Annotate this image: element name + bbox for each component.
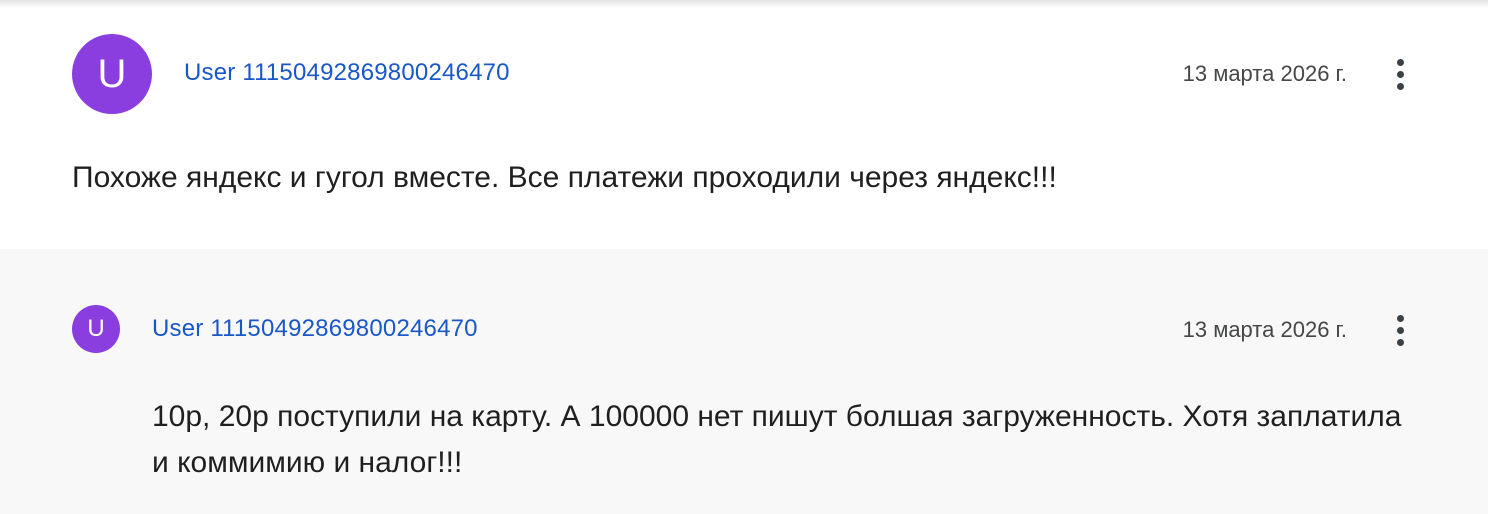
more-options-button[interactable] [1380, 54, 1420, 94]
review-text: Похоже яндекс и гугол вместе. Все платеж… [72, 161, 1057, 194]
author-name-link[interactable]: User 11150492869800246470 [184, 59, 510, 87]
more-options-button[interactable] [1380, 310, 1420, 350]
avatar[interactable]: U [72, 34, 152, 114]
reply-date: 13 марта 2026 г. [1182, 317, 1347, 342]
more-vert-icon [1396, 58, 1404, 66]
comments-page: U User 11150492869800246470 13 марта 202… [0, 0, 1488, 514]
avatar[interactable]: U [72, 305, 120, 353]
reply-text: 10р, 20р поступили на карту. А 100000 не… [152, 400, 1402, 479]
more-vert-icon [1396, 314, 1404, 322]
top-shadow [0, 0, 1488, 8]
reply-card: U User 11150492869800246470 13 марта 202… [0, 249, 1488, 514]
review-date: 13 марта 2026 г. [1182, 61, 1347, 86]
review-card: U User 11150492869800246470 13 марта 202… [0, 0, 1488, 249]
author-name-link[interactable]: User 11150492869800246470 [152, 315, 478, 343]
